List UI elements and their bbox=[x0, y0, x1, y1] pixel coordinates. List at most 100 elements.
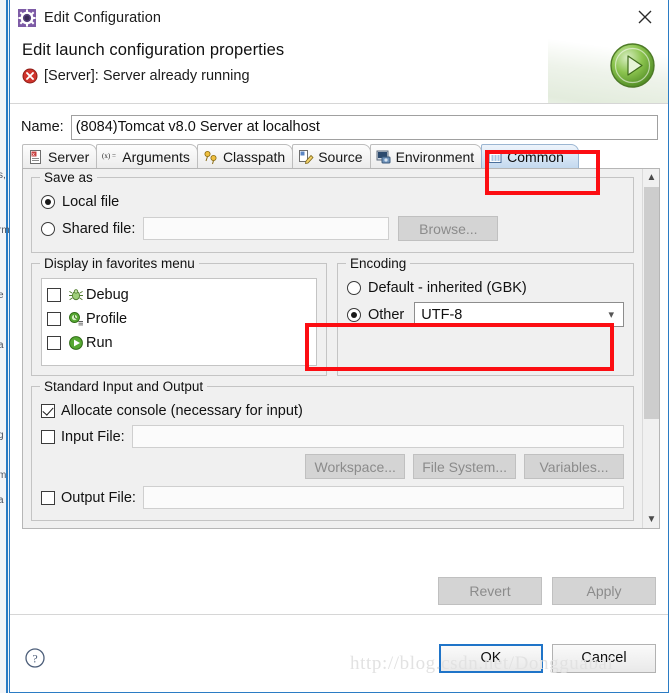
header-banner bbox=[548, 35, 668, 103]
server-icon: x bbox=[28, 149, 44, 165]
common-tab-scrollpane: Save as Local file Shared file: Browse..… bbox=[22, 169, 660, 529]
help-question-icon[interactable]: ? bbox=[24, 647, 46, 669]
svg-text:(x): (x) bbox=[102, 152, 111, 160]
variables-button[interactable]: Variables... bbox=[524, 454, 624, 479]
dialog-body: Name: x Server bbox=[10, 104, 668, 568]
revert-apply-bar: Revert Apply bbox=[10, 567, 668, 615]
tab-label: Environment bbox=[395, 148, 475, 165]
tab-label: Classpath bbox=[222, 148, 286, 165]
profile-checkbox[interactable] bbox=[47, 312, 61, 326]
classpath-icon bbox=[203, 149, 219, 165]
browse-button[interactable]: Browse... bbox=[398, 216, 499, 241]
shared-file-radio[interactable] bbox=[41, 221, 55, 236]
tab-source[interactable]: Source bbox=[292, 144, 371, 168]
name-label: Name: bbox=[21, 119, 64, 135]
encoding-other-row[interactable]: Other UTF-8 ▾ bbox=[347, 302, 624, 327]
encoding-other-label: Other bbox=[368, 306, 405, 323]
bg-fragment: e bbox=[0, 290, 4, 301]
favorites-listbox[interactable]: Debug Profile Run bbox=[41, 278, 317, 366]
background-edge-line bbox=[6, 0, 8, 693]
allocate-console-checkbox[interactable] bbox=[41, 404, 55, 418]
favorites-legend: Display in favorites menu bbox=[40, 256, 199, 271]
bg-fragment: a bbox=[0, 340, 4, 351]
save-as-group: Save as Local file Shared file: Browse..… bbox=[31, 170, 634, 253]
run-checkbox[interactable] bbox=[47, 336, 61, 350]
tab-label: Common bbox=[507, 148, 564, 165]
tab-label: Server bbox=[48, 148, 90, 165]
name-row: Name: bbox=[21, 114, 660, 140]
list-item-label: Profile bbox=[86, 311, 128, 327]
input-file-input[interactable] bbox=[131, 425, 624, 448]
gear-icon bbox=[18, 8, 36, 27]
arguments-icon: (x) = bbox=[102, 149, 118, 165]
input-file-checkbox[interactable] bbox=[41, 429, 55, 444]
svg-text:=: = bbox=[112, 152, 116, 160]
allocate-console-row[interactable]: Allocate console (necessary for input) bbox=[41, 403, 624, 419]
dialog-header: Edit launch configuration properties [Se… bbox=[10, 35, 668, 104]
shared-file-radio-row[interactable]: Shared file: Browse... bbox=[41, 216, 624, 241]
environment-icon bbox=[376, 149, 392, 165]
list-item-label: Debug bbox=[86, 287, 129, 303]
input-file-buttons: Workspace... File System... Variables... bbox=[41, 454, 624, 479]
shared-file-input[interactable] bbox=[143, 217, 390, 240]
bg-fragment: m bbox=[0, 470, 6, 481]
standard-io-legend: Standard Input and Output bbox=[40, 379, 208, 394]
scroll-up-icon[interactable]: ▲ bbox=[643, 169, 660, 186]
chevron-down-icon[interactable]: ▾ bbox=[602, 308, 623, 321]
list-item[interactable]: Run bbox=[47, 331, 311, 355]
dialog-title: Edit Configuration bbox=[44, 9, 162, 26]
run-play-icon bbox=[609, 42, 656, 94]
local-file-label: Local file bbox=[62, 194, 120, 210]
output-file-row: Output File: bbox=[41, 486, 624, 509]
revert-button[interactable]: Revert bbox=[438, 576, 542, 605]
encoding-default-label: Default - inherited (GBK) bbox=[368, 280, 527, 296]
name-input[interactable] bbox=[70, 114, 658, 140]
bg-fragment: a bbox=[0, 495, 4, 506]
cancel-button[interactable]: Cancel bbox=[552, 643, 656, 673]
encoding-group: Encoding Default - inherited (GBK) Other… bbox=[337, 256, 634, 376]
scroll-down-icon[interactable]: ▼ bbox=[643, 511, 660, 528]
bg-fragment: g bbox=[0, 430, 4, 441]
encoding-combo-value: UTF-8 bbox=[421, 306, 463, 323]
ok-cancel-buttons: OK Cancel bbox=[439, 643, 656, 673]
debug-checkbox[interactable] bbox=[47, 288, 61, 302]
run-icon bbox=[68, 335, 84, 351]
svg-text:?: ? bbox=[32, 652, 37, 666]
apply-button[interactable]: Apply bbox=[552, 576, 656, 605]
encoding-default-row[interactable]: Default - inherited (GBK) bbox=[347, 280, 624, 296]
list-item[interactable]: Profile bbox=[47, 307, 311, 331]
encoding-default-radio[interactable] bbox=[347, 281, 361, 295]
tab-classpath[interactable]: Classpath bbox=[196, 144, 294, 168]
encoding-other-radio[interactable] bbox=[347, 307, 361, 322]
local-file-radio-row[interactable]: Local file bbox=[41, 194, 624, 210]
close-icon[interactable] bbox=[622, 0, 668, 34]
configuration-tabs: x Server (x) = Arguments Classpath Sourc… bbox=[22, 144, 660, 169]
file-system-button[interactable]: File System... bbox=[413, 454, 516, 479]
tab-common[interactable]: Common bbox=[481, 144, 579, 168]
error-icon bbox=[22, 68, 38, 84]
scrollbar-thumb[interactable] bbox=[644, 187, 659, 419]
common-tab-content: Save as Local file Shared file: Browse..… bbox=[23, 169, 642, 528]
source-icon bbox=[298, 149, 314, 165]
list-item[interactable]: Debug bbox=[47, 283, 311, 307]
output-file-input[interactable] bbox=[142, 486, 624, 509]
tab-arguments[interactable]: (x) = Arguments bbox=[96, 144, 198, 168]
allocate-console-label: Allocate console (necessary for input) bbox=[61, 403, 303, 419]
edit-configuration-dialog: Edit Configuration Edit launch configura… bbox=[9, 0, 669, 693]
tab-environment[interactable]: Environment bbox=[369, 144, 483, 168]
standard-io-group: Standard Input and Output Allocate conso… bbox=[31, 379, 634, 521]
profile-icon bbox=[68, 311, 84, 327]
save-as-legend: Save as bbox=[40, 170, 97, 185]
tab-label: Arguments bbox=[122, 148, 190, 165]
bg-fragment: s, bbox=[0, 170, 6, 181]
output-file-checkbox[interactable] bbox=[41, 490, 55, 505]
encoding-combo[interactable]: UTF-8 ▾ bbox=[414, 302, 624, 327]
workspace-button[interactable]: Workspace... bbox=[305, 454, 406, 479]
vertical-scrollbar[interactable]: ▲ ▼ bbox=[642, 169, 659, 528]
ok-button[interactable]: OK bbox=[439, 643, 543, 673]
local-file-radio[interactable] bbox=[41, 195, 55, 209]
ok-cancel-bar: ? OK Cancel http://blog.csdn.net/Donggua… bbox=[10, 614, 668, 692]
header-status-text: [Server]: Server already running bbox=[44, 68, 250, 84]
tab-server[interactable]: x Server bbox=[22, 144, 98, 168]
shared-file-label: Shared file: bbox=[62, 220, 136, 237]
